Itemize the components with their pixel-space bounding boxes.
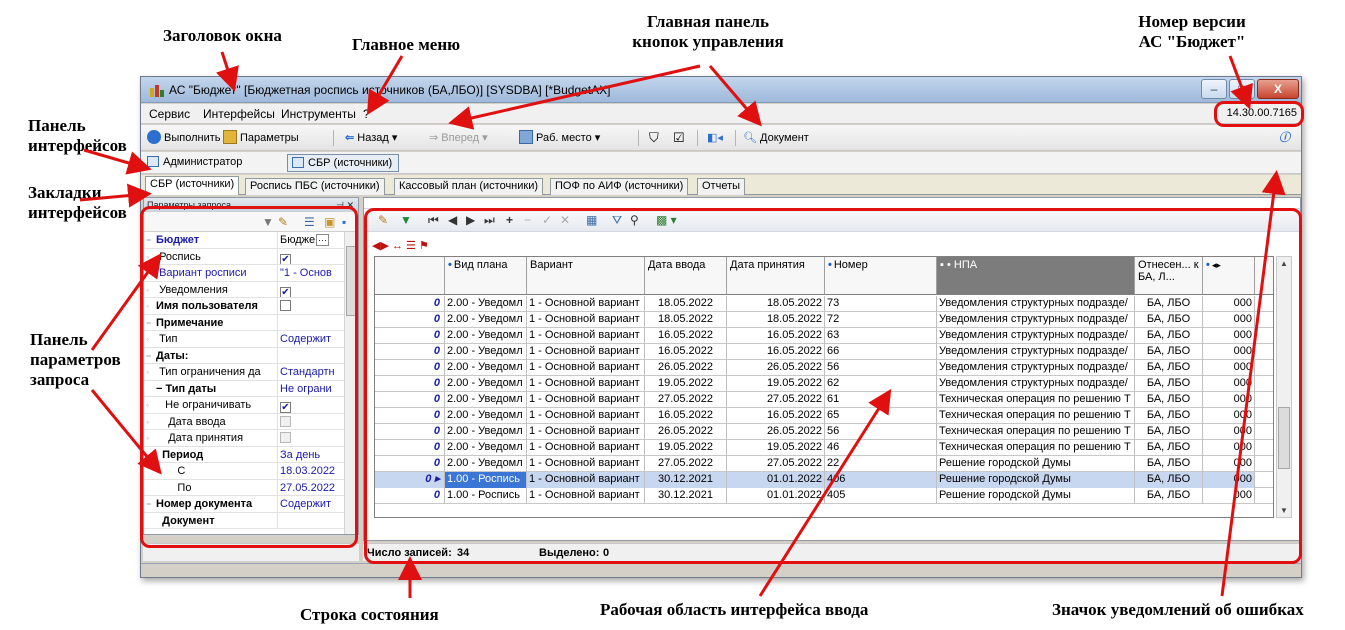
- caption-interface-tabs-line1: Закладки: [28, 183, 102, 202]
- interface-tabs: СБР (источники) Роспись ПБС (источники) …: [141, 175, 1301, 195]
- main-menu: Сервис Интерфейсы Инструменты ? 14.30.00…: [141, 104, 1301, 124]
- caption-interfaces-panel: Панель интерфейсов: [28, 116, 127, 156]
- main-toolbar: Выполнить Параметры ⇐ Назад ▾ ⇒ Вперед ▾…: [141, 125, 1301, 151]
- menu-help[interactable]: ?: [363, 107, 370, 121]
- title-bar[interactable]: АС "Бюджет" [Бюджетная роспись источнико…: [141, 77, 1301, 103]
- caption-interfaces-panel-line1: Панель: [28, 116, 86, 135]
- window-icon: [292, 157, 304, 168]
- caption-version: Номер версии АС "Бюджет": [1112, 12, 1272, 52]
- caption-window-title: Заголовок окна: [163, 26, 282, 45]
- chevron-down-icon: ▾: [482, 132, 488, 144]
- run-label: Выполнить: [164, 132, 221, 144]
- back-label: Назад: [357, 132, 389, 144]
- tab-cash-plan[interactable]: Кассовый план (источники): [394, 178, 544, 195]
- close-button[interactable]: X: [1257, 79, 1299, 99]
- caption-work-area: Рабочая область интерфейса ввода: [600, 600, 869, 619]
- toolbar-separator: [735, 130, 736, 146]
- chevron-down-icon: ▾: [391, 132, 398, 144]
- menu-tools[interactable]: Инструменты: [281, 107, 356, 121]
- caption-params-panel-line2: параметров: [30, 350, 121, 369]
- window-bottom-edge: [141, 563, 1301, 577]
- caption-params-panel-line1: Панель: [30, 330, 88, 349]
- app-icon: [150, 85, 164, 97]
- caption-main-toolbar: Главная панель кнопок управления: [588, 12, 828, 52]
- export-icon: ◧◂: [707, 132, 723, 144]
- params-button[interactable]: Параметры: [223, 129, 299, 147]
- interface-admin-label: Администратор: [163, 156, 243, 168]
- interfaces-panel: Администратор СБР (источники): [141, 152, 1301, 174]
- forward-button[interactable]: ⇒ Вперед ▾: [429, 129, 488, 147]
- back-button[interactable]: ⇐ Назад ▾: [345, 129, 397, 147]
- checkbox-icon: ☑: [673, 130, 685, 145]
- caption-params-panel-line3: запроса: [30, 370, 90, 389]
- params-icon: [223, 130, 237, 144]
- params-label: Параметры: [240, 132, 299, 144]
- caption-interface-tabs-line2: интерфейсов: [28, 203, 127, 222]
- back-arrow-icon: ⇐: [345, 132, 355, 144]
- workplace-button[interactable]: Раб. место ▾: [519, 129, 600, 147]
- caption-main-menu: Главное меню: [352, 35, 461, 54]
- caption-interfaces-panel-line2: интерфейсов: [28, 136, 127, 155]
- tab-pof[interactable]: ПОФ по АИФ (источники): [550, 178, 689, 195]
- toolbar-separator: [697, 130, 698, 146]
- interface-sbr[interactable]: СБР (источники): [287, 154, 400, 172]
- filter-icon: ⛉: [649, 130, 659, 145]
- forward-label: Вперед: [441, 132, 480, 144]
- check-icon-button[interactable]: ☑: [673, 129, 685, 147]
- forward-arrow-icon: ⇒: [429, 132, 439, 144]
- tab-pbs[interactable]: Роспись ПБС (источники): [245, 178, 385, 195]
- tab-sbr[interactable]: СБР (источники): [145, 176, 240, 195]
- interface-admin[interactable]: Администратор: [143, 154, 248, 172]
- run-icon: [147, 130, 161, 144]
- document-label: Документ: [760, 132, 809, 144]
- highlight-params-panel: [140, 206, 358, 548]
- menu-interfaces[interactable]: Интерфейсы: [203, 107, 275, 121]
- workplace-icon: [519, 130, 533, 144]
- menu-service[interactable]: Сервис: [149, 107, 190, 121]
- search-icon: 🔍︎: [743, 132, 757, 144]
- export-icon-button[interactable]: ◧◂: [707, 129, 723, 147]
- window-icon: [147, 156, 159, 167]
- run-button[interactable]: Выполнить: [147, 129, 220, 147]
- chevron-down-icon: ▾: [594, 132, 601, 144]
- toolbar-separator: [638, 130, 639, 146]
- caption-params-panel: Панель параметров запроса: [30, 330, 121, 390]
- tab-reports[interactable]: Отчеты: [697, 178, 746, 195]
- caption-version-line2: АС "Бюджет": [1138, 32, 1246, 51]
- error-notification-icon[interactable]: ⓘ: [1279, 129, 1290, 147]
- highlight-work-area: [364, 208, 1302, 564]
- caption-interface-tabs: Закладки интерфейсов: [28, 183, 127, 223]
- toolbar-separator: [333, 130, 334, 146]
- workplace-label: Раб. место: [536, 132, 592, 144]
- interface-sbr-label: СБР (источники): [308, 157, 393, 169]
- caption-error-icon: Значок уведомлений об ошибках: [1052, 600, 1304, 619]
- caption-status-bar: Строка состояния: [300, 605, 439, 624]
- caption-main-toolbar-line2: кнопок управления: [632, 32, 784, 51]
- highlight-version: [1214, 101, 1304, 127]
- window-title: АС "Бюджет" [Бюджетная роспись источнико…: [169, 83, 611, 97]
- document-button[interactable]: 🔍︎ Документ: [743, 129, 809, 147]
- filter-icon-button[interactable]: ⛉: [649, 129, 659, 147]
- minimize-button[interactable]: –: [1201, 79, 1227, 99]
- caption-main-toolbar-line1: Главная панель: [646, 12, 770, 31]
- caption-version-line1: Номер версии: [1138, 12, 1246, 31]
- maximize-button[interactable]: □: [1229, 79, 1255, 99]
